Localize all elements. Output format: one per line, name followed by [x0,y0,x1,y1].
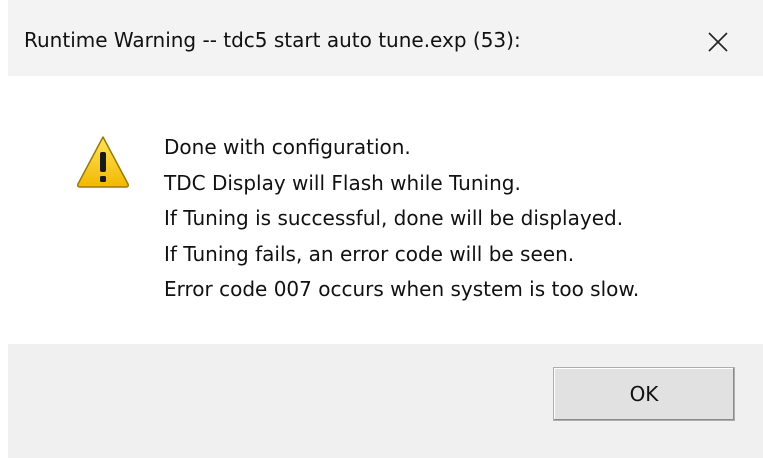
dialog-title: Runtime Warning -- tdc5 start auto tune.… [24,28,521,52]
message-line: Done with configuration. [164,135,411,159]
warning-message: Done with configuration. TDC Display wil… [164,130,639,308]
close-button[interactable] [696,20,740,64]
message-line: Error code 007 occurs when system is too… [164,277,640,301]
message-line: TDC Display will Flash while Tuning. [164,170,521,195]
window-edge [0,0,8,458]
title-bar[interactable]: Runtime Warning -- tdc5 start auto tune.… [8,0,763,76]
ok-button[interactable]: OK [553,367,735,421]
runtime-warning-dialog: Runtime Warning -- tdc5 start auto tune.… [0,0,763,458]
dialog-footer: OK [8,344,763,458]
dialog-content: Done with configuration. TDC Display wil… [8,76,763,344]
warning-icon [77,136,129,188]
message-line: If Tuning fails, an error code will be s… [164,241,575,266]
close-icon [708,32,728,52]
message-line: If Tuning is successful, done will be di… [164,206,624,230]
